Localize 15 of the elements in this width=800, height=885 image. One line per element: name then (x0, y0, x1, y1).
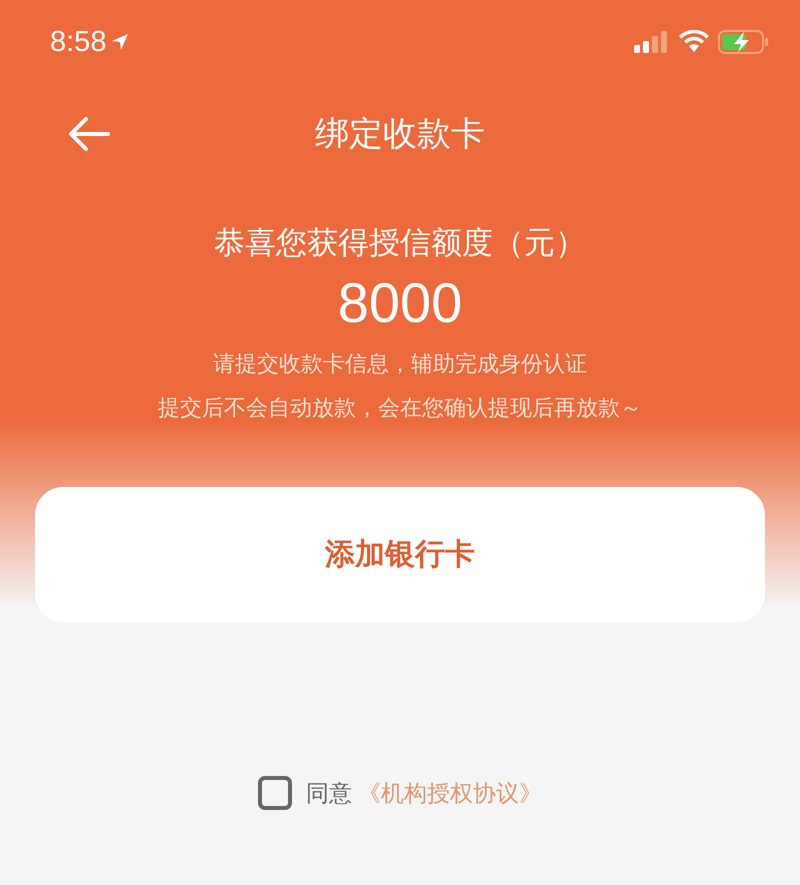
battery-charging-icon (718, 30, 770, 54)
agreement-label: 同意 (306, 780, 352, 808)
page-title: 绑定收款卡 (315, 113, 485, 156)
credit-heading: 恭喜您获得授信额度（元） (214, 224, 586, 263)
location-arrow-icon (110, 32, 130, 52)
status-time: 8:58 (50, 26, 106, 58)
agreement-link[interactable]: 《机构授权协议》 (358, 778, 542, 808)
info-note: 请提交收款卡信息，辅助完成身份认证 (213, 351, 587, 379)
agreement-checkbox[interactable] (258, 776, 292, 810)
wifi-icon (678, 30, 710, 54)
credit-amount: 8000 (338, 270, 462, 335)
back-button[interactable] (66, 116, 112, 152)
add-bank-card-button[interactable]: 添加银行卡 (35, 487, 765, 622)
signal-icon (634, 31, 670, 53)
info-note: 提交后不会自动放款，会在您确认提现后再放款～ (158, 395, 642, 423)
